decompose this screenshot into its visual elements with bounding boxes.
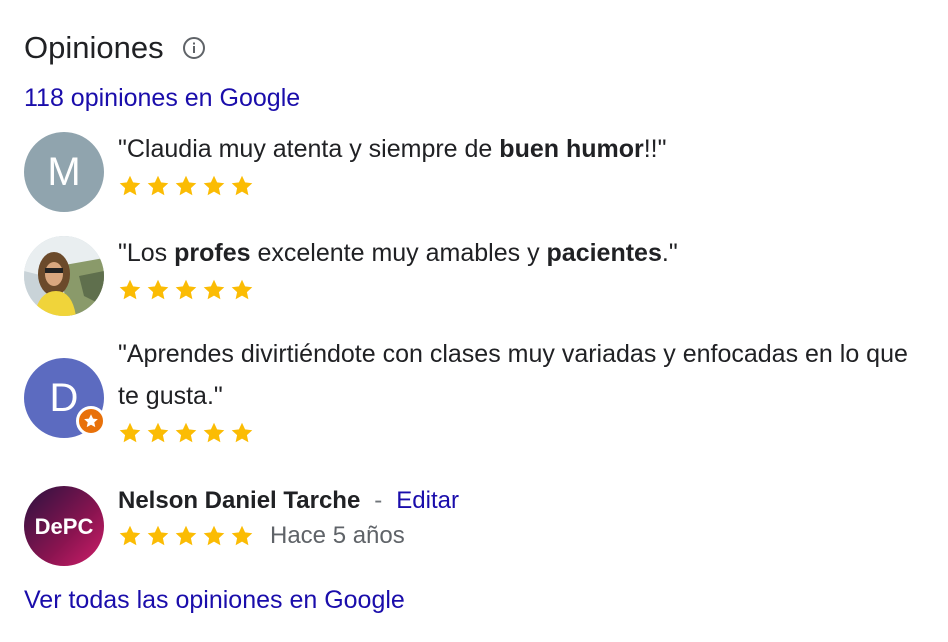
quote-highlight: pacientes (546, 239, 662, 267)
star-rating (118, 524, 254, 548)
review-quote: "Aprendes divirtiéndote con clases muy v… (118, 340, 908, 410)
own-review: DePC Nelson Daniel Tarche - Editar Hace … (24, 486, 459, 566)
star-icon (146, 278, 170, 302)
avatar-letter: D (49, 375, 79, 420)
star-rating (118, 174, 928, 198)
quote-text: excelente muy amables y (250, 239, 547, 267)
star-icon (230, 524, 254, 548)
star-icon (118, 174, 142, 198)
star-rating (118, 278, 928, 302)
star-icon (202, 174, 226, 198)
reviews-panel: Opiniones 118 opiniones en Google M "Cla… (24, 26, 924, 614)
profile-photo-icon (24, 236, 104, 316)
star-icon (174, 524, 198, 548)
quote-text: "Los (118, 239, 175, 267)
star-icon (174, 278, 198, 302)
quote-highlight: profes (174, 239, 251, 267)
star-icon (146, 174, 170, 198)
star-icon (230, 174, 254, 198)
avatar-letter: M (47, 149, 81, 194)
star-icon (146, 524, 170, 548)
review-quote: "Claudia muy atenta y siempre de buen hu… (118, 128, 928, 170)
star-icon (118, 421, 142, 445)
quote-text: !!" (643, 135, 667, 163)
review-time: Hace 5 años (270, 522, 405, 549)
info-icon[interactable] (182, 36, 206, 60)
local-guide-star-icon (76, 406, 106, 436)
star-icon (174, 174, 198, 198)
reviews-count-link[interactable]: 118 opiniones en Google (24, 84, 300, 113)
logo-text: DePC (35, 514, 94, 539)
star-icon (202, 421, 226, 445)
quote-text: "Claudia muy atenta y siempre de (118, 135, 500, 163)
review-item: D "Aprendes divirtiéndote con clases muy… (24, 337, 928, 445)
star-rating (118, 421, 928, 445)
star-icon (118, 278, 142, 302)
separator: - (374, 487, 383, 514)
star-icon (202, 278, 226, 302)
reviews-header: Opiniones (24, 26, 924, 70)
star-icon (230, 278, 254, 302)
all-reviews-link[interactable]: Ver todas las opiniones en Google (24, 586, 405, 615)
quote-highlight: buen humor (499, 135, 644, 163)
reviewer-name[interactable]: Nelson Daniel Tarche (118, 486, 360, 516)
reviews-title: Opiniones (24, 30, 164, 65)
edit-review-link[interactable]: Editar (396, 486, 459, 516)
review-item: M "Claudia muy atenta y siempre de buen … (24, 132, 928, 212)
star-icon (118, 524, 142, 548)
review-item: "Los profes excelente muy amables y paci… (24, 236, 928, 316)
star-icon (202, 524, 226, 548)
star-icon (230, 421, 254, 445)
review-quote: "Los profes excelente muy amables y paci… (118, 232, 928, 274)
quote-text: ." (661, 239, 678, 267)
business-logo: DePC (24, 486, 104, 566)
star-icon (146, 421, 170, 445)
avatar[interactable]: M (24, 132, 104, 212)
star-icon (174, 421, 198, 445)
avatar[interactable] (24, 236, 104, 316)
avatar[interactable]: D (24, 358, 106, 438)
